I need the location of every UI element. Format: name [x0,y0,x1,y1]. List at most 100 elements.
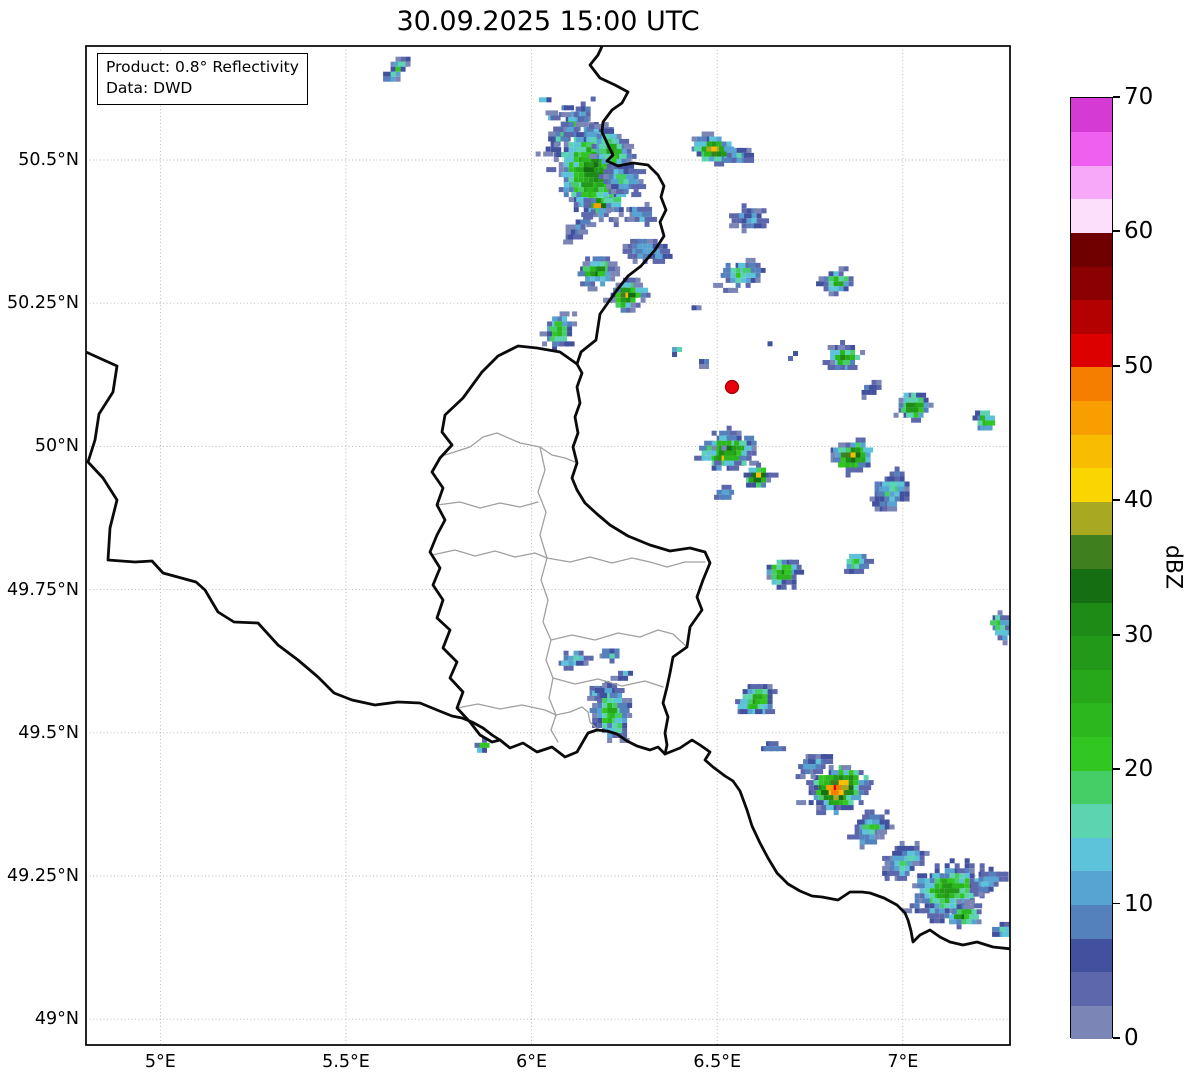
radar-pixel [916,393,926,398]
radar-pixel [638,244,643,249]
radar-pixel [1005,927,1010,932]
radar-pixel [605,256,610,261]
radar-pixel [677,347,682,352]
radar-pixel [707,147,712,152]
radar-pixel [851,458,856,463]
radar-pixel [977,919,982,924]
radar-pixel [850,360,855,365]
radar-pixel [543,152,553,157]
radar-pixel [967,919,972,924]
radar-pixel [536,152,541,157]
lat-tick-label: 49.75°N [0,580,79,600]
radar-pixel [604,122,609,127]
radar-pixel [885,810,890,815]
radar-pixel [935,888,940,893]
radar-pixel [762,208,767,213]
radar-pixel [610,276,615,281]
radar-pixel [743,689,748,694]
radar-pixel [885,487,890,492]
radar-pixel [763,704,768,709]
radar-pixel [940,913,945,918]
radar-pixel [592,713,597,718]
radar-pixel [619,212,624,217]
radar-pixel [925,903,930,908]
radar-pixel [846,448,851,453]
radar-pixel [839,800,844,805]
radar-pixel [988,426,993,431]
radar-pixel [605,276,610,281]
radar-pixel [567,326,572,331]
radar-pixel [638,239,643,244]
radar-pixel [869,780,874,785]
radar-pixel [950,858,955,863]
radar-pixel [714,162,724,167]
radar-pixel [930,893,935,898]
radar-pixel [607,698,612,703]
radar-pixel [945,873,950,878]
radar-pixel [900,497,905,502]
radar-pixel [569,122,574,127]
radar-pixel [631,288,636,293]
radar-pixel [875,835,880,840]
radar-pixel [621,298,626,303]
radar-pixel [617,693,622,698]
radar-pixel [578,230,588,235]
radar-pixel [894,413,899,418]
radar-pixel [591,210,596,215]
colorbar-segment [1071,837,1112,871]
radar-pixel [579,162,584,167]
colorbar-axis-label: dBZ [1161,545,1186,589]
radar-pixel [970,868,975,873]
radar-pixel [756,278,761,283]
radar-pixel [823,754,833,759]
radar-pixel [849,770,854,775]
radar-pixel [856,438,861,443]
radar-pixel [573,235,583,240]
radar-pixel [559,167,564,172]
radar-pixel [574,127,579,132]
radar-pixel [980,411,990,416]
radar-pixel [663,254,668,259]
radar-pixel [401,57,406,62]
colorbar-tick-label: 60 [1124,218,1153,244]
radar-pixel [742,218,747,223]
radar-pixel [604,174,609,179]
radar-pixel [645,222,650,227]
radar-pixel [970,863,975,868]
radar-pixel [940,873,945,878]
radar-pixel [717,137,722,142]
colorbar-segment [1071,703,1112,737]
radar-pixel [788,356,793,361]
radar-pixel [590,281,595,286]
radar-pixel [594,187,599,192]
radar-pixel [746,278,751,283]
colorbar-segment [1071,333,1112,367]
radar-pixel [855,830,860,835]
radar-pixel [1000,620,1010,625]
radar-pixel [581,102,586,107]
radar-pixel [856,443,861,448]
radar-pixel [702,157,707,162]
radar-pixel [722,495,732,500]
radar-pixel [594,177,599,182]
radar-pixel [860,835,865,840]
radar-pixel [793,351,798,356]
radar-pixel [824,286,829,291]
colorbar-segment [1071,602,1112,636]
radar-pixel [1003,630,1008,635]
radar-pixel [844,770,849,775]
radar-pixel [602,723,607,728]
radar-pixel [880,820,885,825]
radar-pixel [546,167,556,172]
radar-pixel [857,554,862,559]
colorbar-segment [1071,199,1112,233]
radar-pixel [751,483,756,488]
radar-pixel [890,861,895,866]
radar-pixel [571,230,576,235]
colorbar [1070,97,1113,1038]
radar-pixel [724,461,734,466]
colorbar-tick [1113,499,1120,501]
radar-pixel [846,463,851,468]
radar-pixel [636,303,641,308]
radar-pixel [840,340,845,345]
